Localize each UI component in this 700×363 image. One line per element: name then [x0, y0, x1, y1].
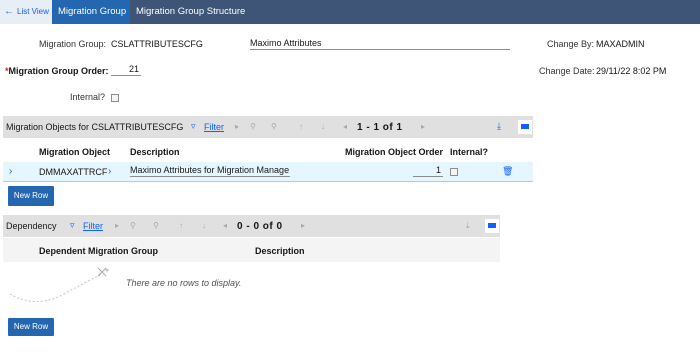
migration-objects-title: Migration Objects for CSLATTRIBUTESCFG [6, 122, 184, 132]
col-migration-object: Migration Object [39, 147, 111, 157]
change-by-label: Change By: [547, 39, 595, 49]
migration-group-order-label: *Migration Group Order: [5, 66, 109, 76]
tab-list-view[interactable]: ← List View [0, 0, 52, 24]
chevron-right-icon[interactable]: › [108, 166, 111, 177]
col-description: Description [130, 147, 180, 157]
col-dependency-description: Description [255, 246, 305, 256]
download-icon: ⤓ [466, 221, 470, 230]
dependency-title: Dependency [6, 221, 57, 231]
arrow-left-icon: ← [4, 6, 14, 17]
change-date-label: Change Date: [539, 66, 595, 76]
clear-filter-icon: ⚲ [271, 122, 277, 131]
empty-state-illustration [9, 267, 109, 302]
tab-list-view-label: List View [17, 7, 49, 16]
migration-objects-toolbar: Migration Objects for CSLATTRIBUTESCFG ▿… [3, 116, 533, 138]
dependency-pager: 0 - 0 of 0 [237, 221, 283, 232]
previous-icon: ◂ [343, 122, 348, 131]
next-page-icon: ▸ [421, 122, 426, 131]
col-internal: Internal? [450, 147, 489, 157]
first-page-icon: ↑ [179, 221, 183, 230]
next-page-icon: ▸ [301, 221, 306, 230]
filter-icon[interactable]: ▿ [70, 220, 75, 231]
tab-migration-group[interactable]: Migration Group [52, 0, 130, 24]
change-date-value: 29/11/22 8:02 PM [596, 66, 667, 76]
tab-bar: ← List View Migration Group Migration Gro… [0, 0, 700, 24]
row-internal-checkbox[interactable] [450, 168, 458, 176]
row-migration-object: DMMAXATTRCF [39, 167, 108, 177]
maximize-icon[interactable] [485, 219, 499, 233]
previous-icon: ◂ [223, 221, 228, 230]
download-icon[interactable]: ⤓ [497, 121, 501, 132]
col-dependent-migration-group: Dependent Migration Group [39, 246, 158, 256]
dependency-new-row-button[interactable]: New Row [8, 318, 54, 336]
objects-pager: 1 - 1 of 1 [357, 122, 403, 133]
maximize-icon[interactable] [518, 120, 532, 134]
table-row[interactable]: › DMMAXATTRCF › Maximo Attributes for Mi… [3, 162, 533, 182]
previous-page-icon: ↓ [321, 122, 325, 131]
internal-label: Internal? [70, 92, 106, 102]
objects-filter-link[interactable]: Filter [204, 122, 224, 132]
tab-migration-group-structure[interactable]: Migration Group Structure [130, 0, 260, 24]
chevron-right-icon[interactable]: › [9, 166, 12, 177]
previous-page-icon: ↓ [202, 221, 206, 230]
migration-group-order-field[interactable]: 21 [111, 64, 141, 76]
dependency-toolbar: Dependency ▿ Filter ▸ ⚲ ⚲ ↑ ↓ ◂ 0 - 0 of… [3, 215, 500, 237]
empty-rows-message: There are no rows to display. [126, 278, 242, 288]
trash-icon[interactable]: 🗑 [502, 166, 513, 177]
first-page-icon: ↑ [299, 122, 303, 131]
row-description-field[interactable]: Maximo Attributes for Migration Manage [130, 165, 290, 177]
col-migration-object-order: Migration Object Order [345, 147, 444, 157]
search-icon: ⚲ [130, 221, 136, 230]
migration-group-label: Migration Group: [39, 39, 107, 49]
pager-separator-icon: ▸ [115, 221, 120, 230]
objects-new-row-button[interactable]: New Row [8, 186, 54, 206]
dependency-filter-link[interactable]: Filter [83, 221, 103, 231]
change-by-value: MAXADMIN [596, 39, 645, 49]
migration-group-value: CSLATTRIBUTESCFG [111, 39, 203, 49]
dependency-header-row: Dependent Migration Group Description [3, 238, 500, 262]
search-icon: ⚲ [250, 122, 256, 131]
row-order-field[interactable]: 1 [413, 165, 443, 177]
pager-separator-icon: ▸ [235, 122, 240, 131]
internal-checkbox[interactable] [111, 94, 119, 102]
clear-filter-icon: ⚲ [153, 221, 159, 230]
migration-group-order-label-text: Migration Group Order: [8, 66, 109, 76]
filter-icon[interactable]: ▿ [191, 121, 196, 132]
migration-group-description-field[interactable]: Maximo Attributes [250, 38, 510, 50]
